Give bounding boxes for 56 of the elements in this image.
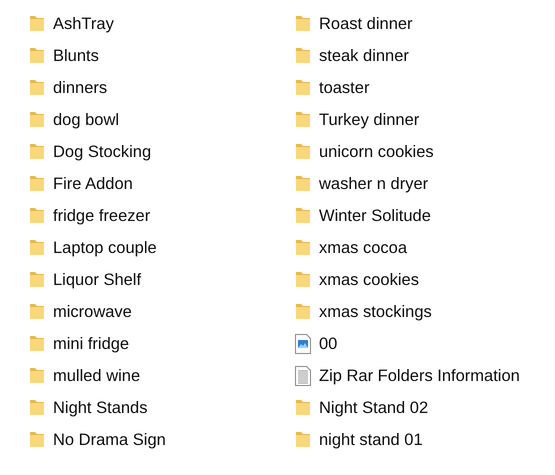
file-name[interactable]: Zip Rar Folders Information [319, 366, 520, 386]
folder-icon [29, 175, 45, 193]
file-name[interactable]: toaster [319, 78, 370, 98]
folder-icon [295, 271, 311, 289]
file-name[interactable]: fridge freezer [53, 206, 150, 226]
image-file-icon [295, 334, 311, 354]
file-name[interactable]: Blunts [53, 46, 99, 66]
file-name[interactable]: Roast dinner [319, 14, 413, 34]
folder-icon [29, 79, 45, 97]
folder-icon [295, 431, 311, 449]
folder-icon [295, 239, 311, 257]
file-name[interactable]: mulled wine [53, 366, 140, 386]
folder-icon [29, 335, 45, 353]
file-name[interactable]: No Drama Sign [53, 430, 166, 450]
folder-icon [295, 303, 311, 321]
file-name[interactable]: xmas cocoa [319, 238, 408, 258]
folder-icon [295, 143, 311, 161]
folder-icon [29, 271, 45, 289]
file-name[interactable]: steak dinner [319, 46, 409, 66]
file-name[interactable]: dinners [53, 78, 108, 98]
folder-icon [29, 303, 45, 321]
folder-icon [29, 111, 45, 129]
folder-icon [29, 239, 45, 257]
folder-icon [29, 15, 45, 33]
folder-icon [295, 79, 311, 97]
folder-icon [29, 431, 45, 449]
file-name[interactable]: Night Stands [53, 398, 148, 418]
file-name[interactable]: Turkey dinner [319, 110, 420, 130]
folder-icon [29, 399, 45, 417]
file-name[interactable]: Laptop couple [53, 238, 157, 258]
file-name[interactable]: mini fridge [53, 334, 130, 354]
folder-icon [295, 15, 311, 33]
file-name[interactable]: xmas stockings [319, 302, 432, 322]
folder-icon [295, 47, 311, 65]
file-name[interactable]: dog bowl [53, 110, 120, 130]
file-name[interactable]: Liquor Shelf [53, 270, 142, 290]
folder-icon [295, 175, 311, 193]
folder-icon [29, 47, 45, 65]
file-name[interactable]: washer n dryer [319, 174, 428, 194]
file-name[interactable]: night stand 01 [319, 430, 423, 450]
text-file-icon [295, 366, 311, 386]
folder-icon [29, 367, 45, 385]
file-name[interactable]: Night Stand 02 [319, 398, 428, 418]
file-name[interactable]: 00 [319, 334, 338, 354]
folder-icon [295, 111, 311, 129]
folder-icon [295, 399, 311, 417]
folder-icon [29, 143, 45, 161]
folder-icon [29, 207, 45, 225]
file-name[interactable]: microwave [53, 302, 132, 322]
folder-icon [295, 207, 311, 225]
file-name[interactable]: Winter Solitude [319, 206, 431, 226]
file-name[interactable]: AshTray [53, 14, 114, 34]
file-name[interactable]: xmas cookies [319, 270, 419, 290]
file-name[interactable]: Fire Addon [53, 174, 133, 194]
file-name[interactable]: Dog Stocking [53, 142, 152, 162]
file-name[interactable]: unicorn cookies [319, 142, 434, 162]
